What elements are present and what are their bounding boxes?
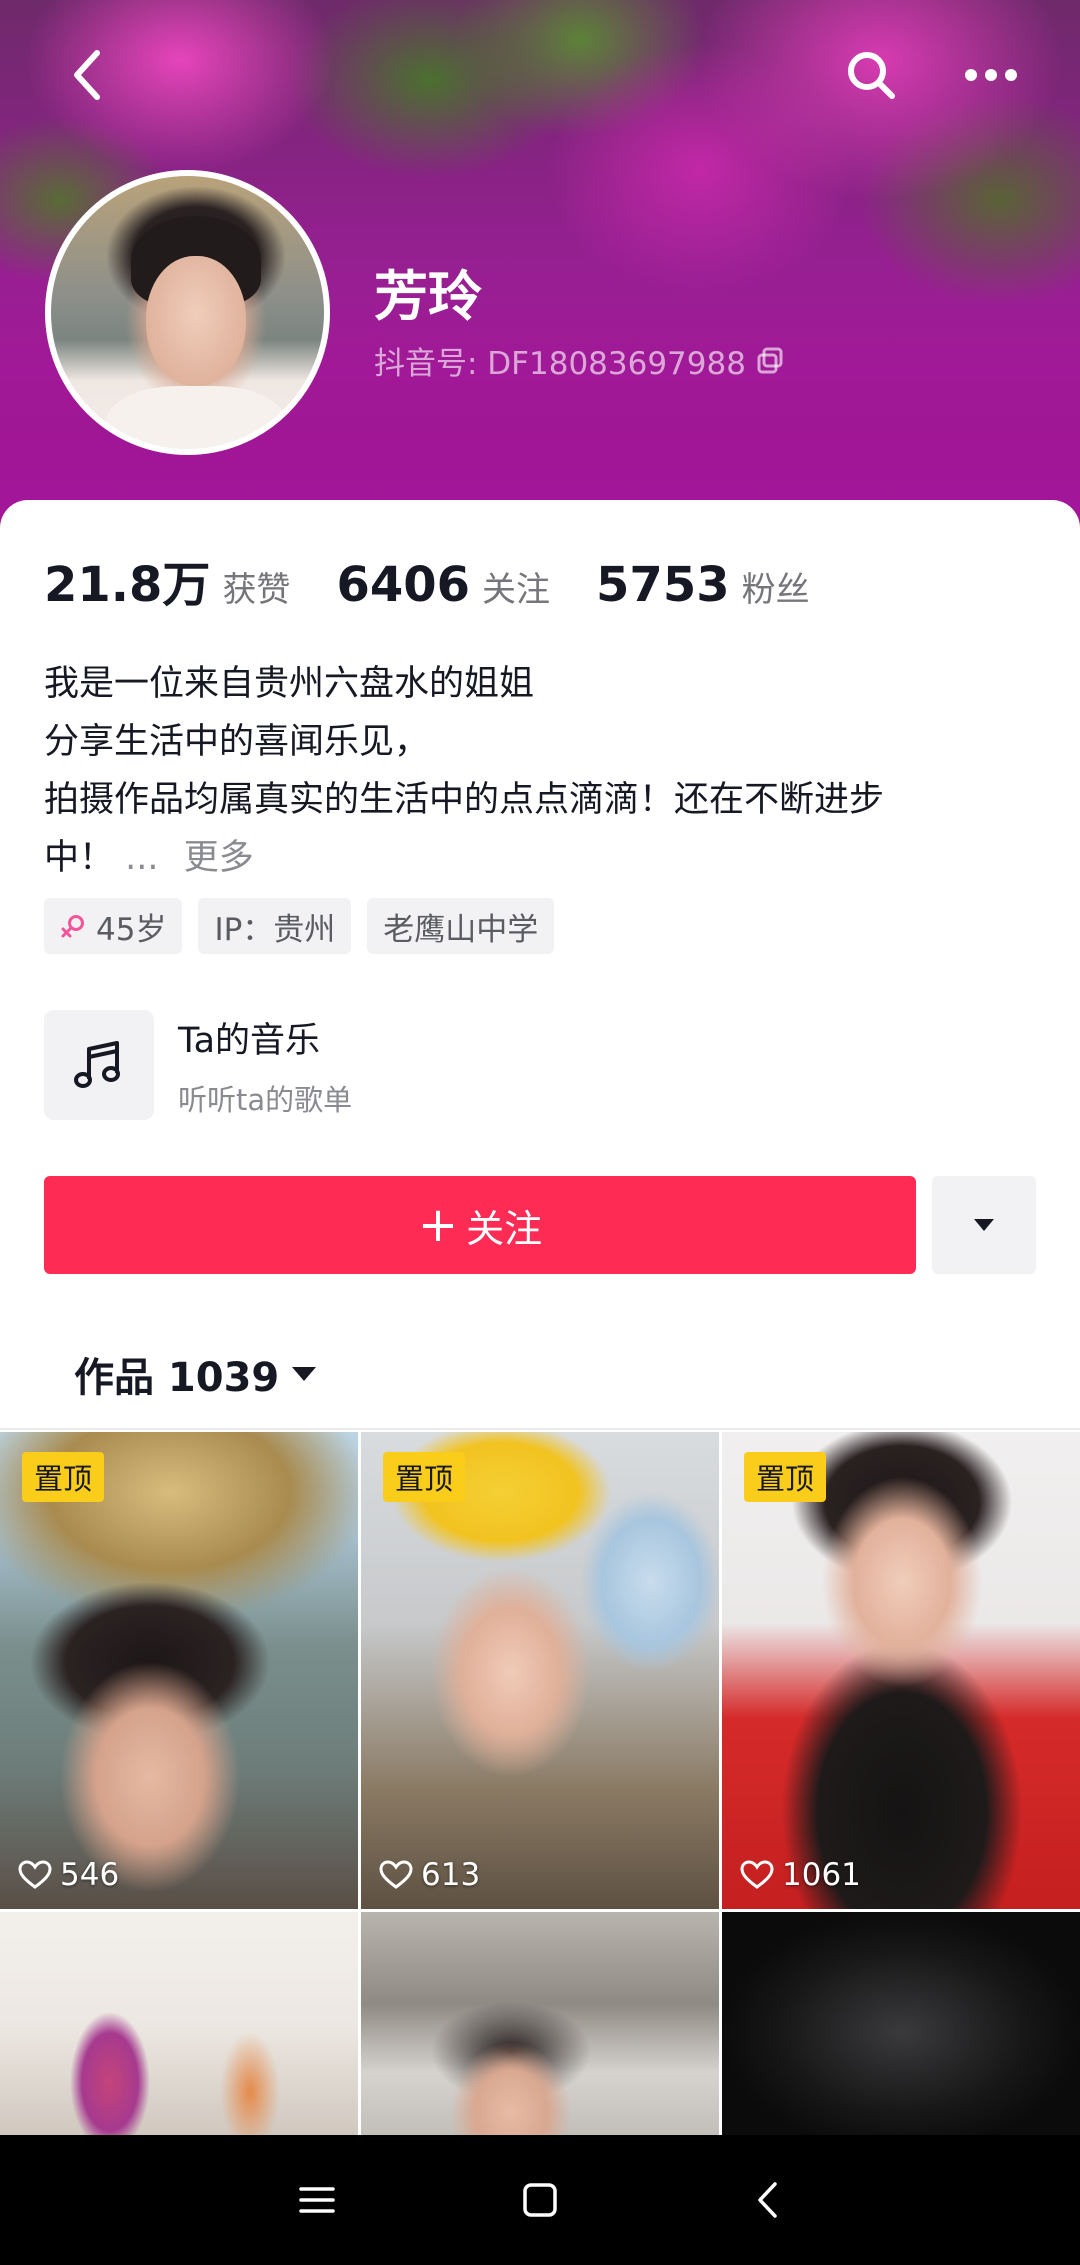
chevron-left-icon	[74, 50, 100, 100]
ip-tag: IP：贵州	[198, 898, 352, 954]
copy-icon[interactable]	[756, 347, 784, 375]
caret-down-icon	[974, 1219, 994, 1231]
music-note-icon	[74, 1041, 120, 1088]
follow-button[interactable]: + 关注	[44, 1176, 916, 1274]
bio-more-link[interactable]: 更多	[184, 838, 254, 878]
home-square-icon	[523, 2183, 557, 2217]
search-icon	[848, 52, 895, 99]
bio-line: 分享生活中的喜闻乐见，	[44, 722, 430, 762]
heart-icon	[740, 1860, 774, 1889]
video-tile[interactable]: 置顶 613	[361, 1432, 719, 1909]
douyin-id-text: 抖音号: DF18083697988	[374, 346, 746, 382]
menu-icon	[299, 2187, 335, 2213]
search-button[interactable]	[826, 30, 916, 120]
video-tile[interactable]	[722, 1912, 1080, 2142]
heart-icon	[18, 1860, 52, 1889]
tab-works[interactable]: 作品 1039	[74, 1345, 317, 1403]
school-tag-label: 老鹰山中学	[383, 911, 539, 948]
bio-ellipsis: ...	[125, 838, 159, 878]
video-tile[interactable]: 置顶 546	[0, 1432, 358, 1909]
stat-following-value: 6406	[336, 557, 471, 613]
like-count-value: 546	[60, 1857, 120, 1893]
female-icon	[60, 913, 86, 939]
chevron-left-icon	[758, 2182, 777, 2218]
tab-divider	[0, 1428, 1080, 1430]
like-count: 613	[379, 1857, 480, 1893]
stat-followers-value: 5753	[596, 557, 730, 613]
back-button[interactable]	[42, 30, 132, 120]
tab-works-label: 作品 1039	[74, 1355, 280, 1401]
like-count-value: 1061	[782, 1857, 861, 1893]
bio-line: 拍摄作品均属真实的生活中的点点滴滴！还在不断进步	[44, 780, 885, 820]
stat-following-label: 关注	[482, 570, 551, 610]
profile-name: 芳玲	[374, 265, 482, 328]
video-tile[interactable]	[361, 1912, 719, 2142]
home-button[interactable]	[485, 2155, 595, 2245]
music-entry[interactable]: Ta的音乐 听听ta的歌单	[44, 1010, 352, 1120]
music-title: Ta的音乐	[178, 1020, 321, 1061]
bio-last-line: 中！ ... 更多	[44, 829, 1044, 887]
bio-line: 中！	[44, 838, 115, 878]
video-tile[interactable]	[0, 1912, 358, 2142]
music-subtitle: 听听ta的歌单	[178, 1082, 353, 1117]
stat-following[interactable]: 6406 关注	[336, 557, 550, 613]
like-count: 546	[18, 1857, 119, 1893]
bio[interactable]: 我是一位来自贵州六盘水的姐姐 分享生活中的喜闻乐见， 拍摄作品均属真实的生活中的…	[44, 655, 1044, 887]
stats-row: 21.8万 获赞 6406 关注 5753 粉丝	[44, 545, 856, 615]
stat-followers[interactable]: 5753 粉丝	[596, 557, 810, 613]
bio-line: 我是一位来自贵州六盘水的姐姐	[44, 664, 535, 704]
music-icon-box	[44, 1010, 154, 1120]
caret-down-icon	[292, 1367, 317, 1381]
system-nav-bar	[0, 2135, 1080, 2265]
more-button[interactable]	[946, 30, 1036, 120]
like-count: 1061	[740, 1857, 861, 1893]
age-tag-label: 45岁	[96, 911, 167, 948]
video-tile[interactable]: 置顶 1061	[722, 1432, 1080, 1909]
more-dots-icon	[965, 69, 1017, 81]
recent-apps-button[interactable]	[262, 2155, 372, 2245]
stat-likes-label: 获赞	[222, 570, 291, 610]
heart-icon	[379, 1860, 413, 1889]
douyin-id[interactable]: 抖音号: DF18083697988	[374, 338, 784, 383]
ip-tag-label: IP：贵州	[214, 911, 336, 948]
pinned-badge: 置顶	[22, 1452, 105, 1502]
stat-followers-label: 粉丝	[741, 570, 810, 610]
school-tag[interactable]: 老鹰山中学	[367, 898, 555, 954]
profile-card	[0, 500, 1080, 1430]
profile-tags: 45岁 IP：贵州 老鹰山中学	[44, 898, 555, 954]
pinned-badge: 置顶	[383, 1452, 466, 1502]
avatar[interactable]	[45, 170, 330, 455]
music-text: Ta的音乐 听听ta的歌单	[178, 1012, 352, 1119]
age-tag: 45岁	[44, 898, 183, 954]
like-count-value: 613	[421, 1857, 481, 1893]
stat-likes[interactable]: 21.8万 获赞	[44, 545, 290, 615]
follow-button-label: 关注	[466, 1206, 543, 1251]
plus-icon: +	[417, 1197, 459, 1253]
system-back-button[interactable]	[712, 2155, 822, 2245]
pinned-badge: 置顶	[744, 1452, 827, 1502]
recommend-dropdown-button[interactable]	[932, 1176, 1036, 1274]
stat-likes-value: 21.8万	[44, 557, 211, 613]
